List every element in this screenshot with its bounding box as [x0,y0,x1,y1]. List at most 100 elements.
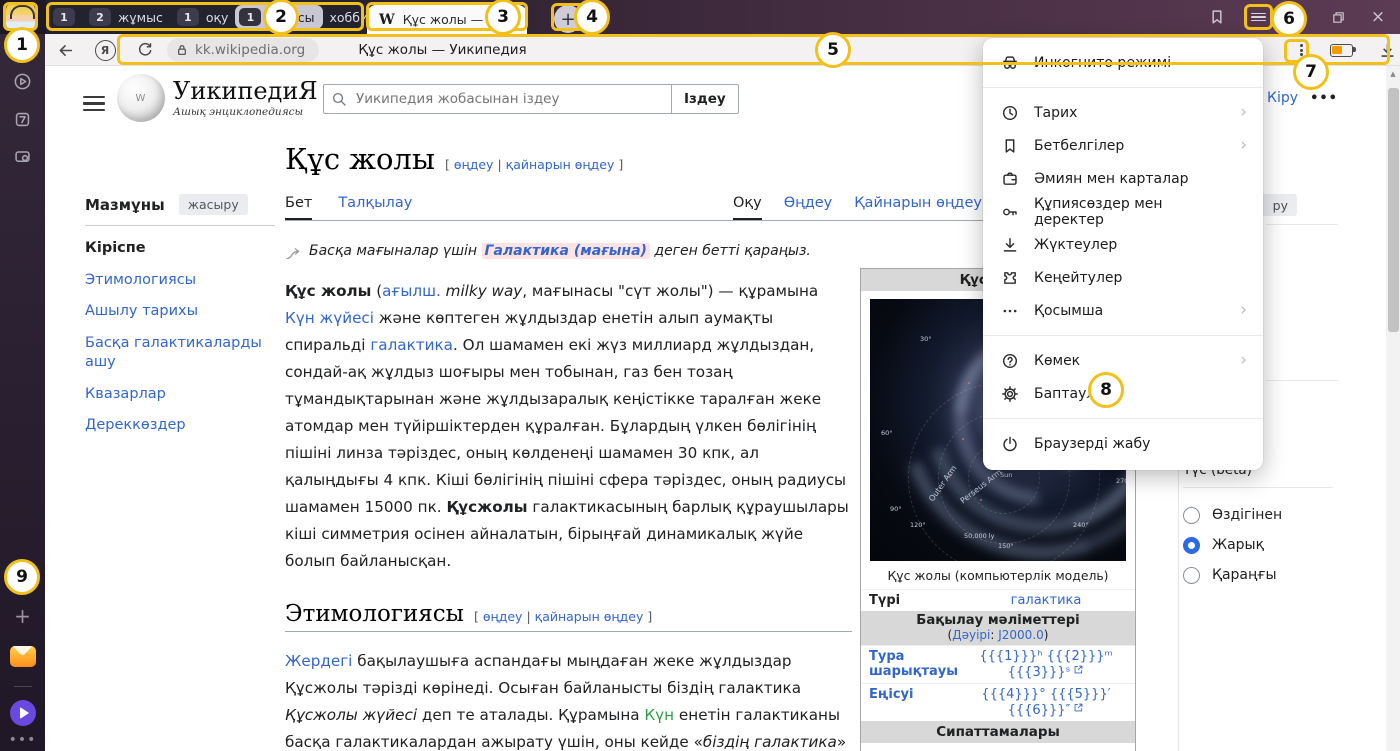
alice-assistant-icon[interactable] [0,700,45,726]
toc-hide-button[interactable]: жасыру [179,194,248,215]
search-button[interactable]: Іздеу [671,84,739,114]
infobox-section-header: Сипаттамалары [861,721,1135,743]
mail-icon[interactable] [0,646,45,667]
text-segment[interactable]: Күн [644,706,674,724]
toc-item[interactable]: Кіріспе [85,239,275,259]
infobox-row-label[interactable]: Тура шарықтауы [861,646,957,683]
yandex-button[interactable]: Я [93,38,117,62]
menu-item-icon [1001,269,1019,287]
menu-item[interactable]: Кеңейтулер [983,261,1263,294]
toc-item[interactable]: Этимологиясы [85,271,275,291]
radio-icon[interactable] [1183,567,1200,584]
wikipedia-logo[interactable]: W [117,74,165,122]
menu-item-label: Жүктеулер [1034,237,1117,253]
infobox-row-label[interactable]: Еңісуі [861,684,957,721]
article-tab[interactable]: Талқылау [338,195,412,220]
text-segment[interactable]: Галактика (мағына) [482,243,650,259]
text-segment[interactable]: Жердегі [285,652,352,670]
wikipedia-wordmark[interactable]: УикипедиЯ Ашық энциклопедиясы [173,77,318,118]
chevron-right-icon: › [1240,352,1247,369]
text-segment: Басқа мағыналар үшін [309,243,482,259]
text-segment: milky way [446,282,523,300]
text-segment[interactable]: Күн жүйесі [285,309,374,327]
chevron-right-icon: › [1240,137,1247,154]
wiki-search: Іздеу [323,84,739,114]
menu-item[interactable]: Жүктеулер [983,228,1263,261]
menu-item-label: Қосымша [1034,303,1103,319]
menu-item[interactable]: Көмек › [983,344,1263,377]
divider [0,686,45,687]
video-player-icon[interactable] [0,72,45,91]
scrollbar-up-arrow[interactable]: ▲ [1386,66,1400,81]
radio-label: Жарық [1212,537,1264,553]
infobox-row-value[interactable]: {{{1}}}ʰ {{{2}}}ᵐ {{{3}}}ˢ [957,646,1135,683]
sidebar-add-icon[interactable]: + [0,604,45,628]
browser-dropdown-menu: Инкогнито режимі Тарих › Бетбелгілер › [983,38,1263,470]
menu-item[interactable]: Қосымша › [983,294,1263,327]
browser-sidebar: + ••• [0,34,45,751]
menu-item[interactable] [983,418,1263,419]
color-radio-option[interactable]: Жарық [1183,530,1383,560]
radio-icon[interactable] [1183,507,1200,524]
menu-item[interactable]: Құпиясөздер мен деректер [983,195,1263,228]
toc-item[interactable]: Дереккөздер [85,416,275,436]
external-link-icon [1073,702,1084,713]
menu-item-label: Құпиясөздер мен деректер [1034,196,1232,228]
callout-5: 5 [815,32,851,68]
menu-item-icon [1001,435,1019,453]
toc-item[interactable]: Квазарлар [85,385,275,405]
menu-item[interactable]: Әмиян мен карталар [983,162,1263,195]
menu-item-icon [1001,203,1019,221]
menu-item-label: Тарих [1034,105,1077,121]
callout-8: 8 [1088,372,1124,408]
menu-item-icon [1001,104,1019,122]
article-view-tab[interactable]: Қайнарын өңдеу [854,195,982,220]
scrollbar-thumb[interactable] [1388,88,1399,332]
toc-item[interactable]: Басқа галактикаларды ашу [85,334,275,373]
menu-item[interactable] [983,87,1263,88]
edit-source-link[interactable]: қайнарын өңдеу [535,609,644,624]
color-radio-option[interactable]: Өздігінен [1183,500,1383,530]
back-button[interactable] [53,38,77,62]
edit-link[interactable]: өңдеу [483,609,523,624]
infobox-row-value[interactable]: {{{4}}}° {{{5}}}′ {{{6}}}″ [957,684,1135,721]
text-segment[interactable]: ағылш. [382,282,441,300]
title-edit-links: [ өңдеу | қайнарын өңдеу ] [445,157,623,172]
article-view-tab[interactable]: Өңдеу [784,195,833,220]
screenshot-icon[interactable] [0,147,45,166]
menu-item[interactable]: Браузерді жабу [983,427,1263,460]
sidebar-more-icon[interactable]: ••• [0,732,45,748]
epoch-link[interactable]: Дәуірі [952,628,990,642]
external-link-icon [1073,664,1084,675]
personal-more-icon[interactable]: ••• [1310,91,1338,106]
wiki-menu-icon[interactable] [83,92,105,115]
color-radio-option[interactable]: Қараңғы [1183,560,1383,590]
search-input[interactable] [323,84,671,114]
text-segment[interactable]: галактика [370,336,453,354]
redirect-icon [285,246,301,262]
edit-source-link[interactable]: қайнарын өңдеу [506,157,615,172]
menu-item-label: Әмиян мен карталар [1034,171,1189,187]
window-restore-button[interactable] [1326,5,1350,29]
infobox-caption: Құс жолы (компьютерлік модель) [861,561,1135,589]
menu-item-label: Бетбелгілер [1034,138,1124,154]
window-close-button[interactable]: × [1366,5,1390,29]
radio-label: Өздігінен [1212,507,1282,523]
infobox-row-value[interactable]: галактика [957,590,1135,611]
menu-item[interactable] [983,335,1263,336]
menu-item[interactable]: Тарих › [983,96,1263,129]
login-link[interactable]: Кіру [1267,90,1298,106]
hatnote: Басқа мағыналар үшін Галактика (мағына) … [285,243,855,262]
article-tab[interactable]: Бет [285,195,312,220]
callout-2: 2 [263,0,299,35]
menu-item-icon [1001,302,1019,320]
edit-link[interactable]: өңдеу [454,157,494,172]
side-panel-bookmark-icon[interactable] [1205,5,1229,29]
tabs-counter-icon[interactable] [0,110,45,129]
toc-item[interactable]: Ашылу тарихы [85,302,275,322]
article-view-tab[interactable]: Оқу [733,195,762,220]
text-segment: бақылаушыға аспандағы мыңдаған жеке жұлд… [285,652,801,697]
menu-item[interactable]: Бетбелгілер › [983,129,1263,162]
scrollbar[interactable]: ▲ [1386,66,1400,751]
radio-icon[interactable] [1183,537,1200,554]
